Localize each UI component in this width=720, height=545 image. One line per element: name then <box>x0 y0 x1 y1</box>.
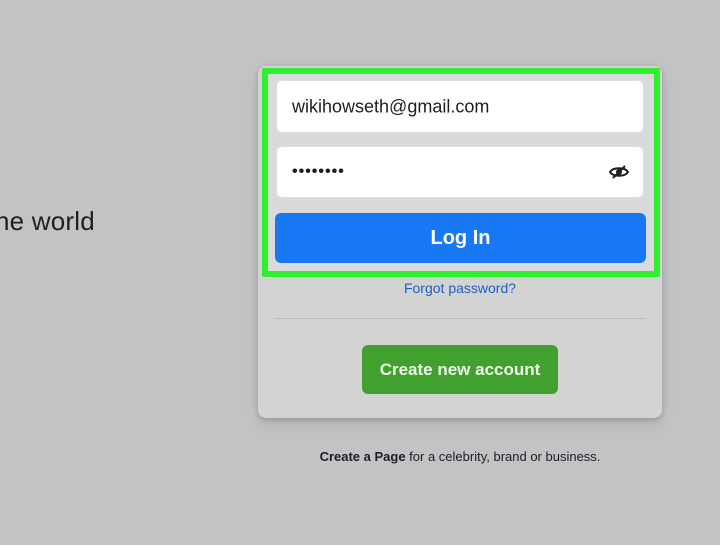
create-account-button[interactable]: Create new account <box>362 345 558 394</box>
email-value: wikihowseth@gmail.com <box>292 96 490 116</box>
password-field[interactable]: •••••••• <box>276 146 644 198</box>
divider <box>275 318 645 319</box>
tagline-text: he world <box>0 206 95 236</box>
eye-icon[interactable] <box>608 164 630 180</box>
password-value: •••••••• <box>292 163 345 180</box>
page-promo: Create a Page for a celebrity, brand or … <box>258 449 662 464</box>
create-page-link[interactable]: Create a Page <box>320 449 406 464</box>
forgot-password-link[interactable]: Forgot password? <box>258 280 662 296</box>
page-promo-text: for a celebrity, brand or business. <box>405 449 601 464</box>
email-field[interactable]: wikihowseth@gmail.com <box>276 80 644 133</box>
login-button[interactable]: Log In <box>275 213 646 263</box>
